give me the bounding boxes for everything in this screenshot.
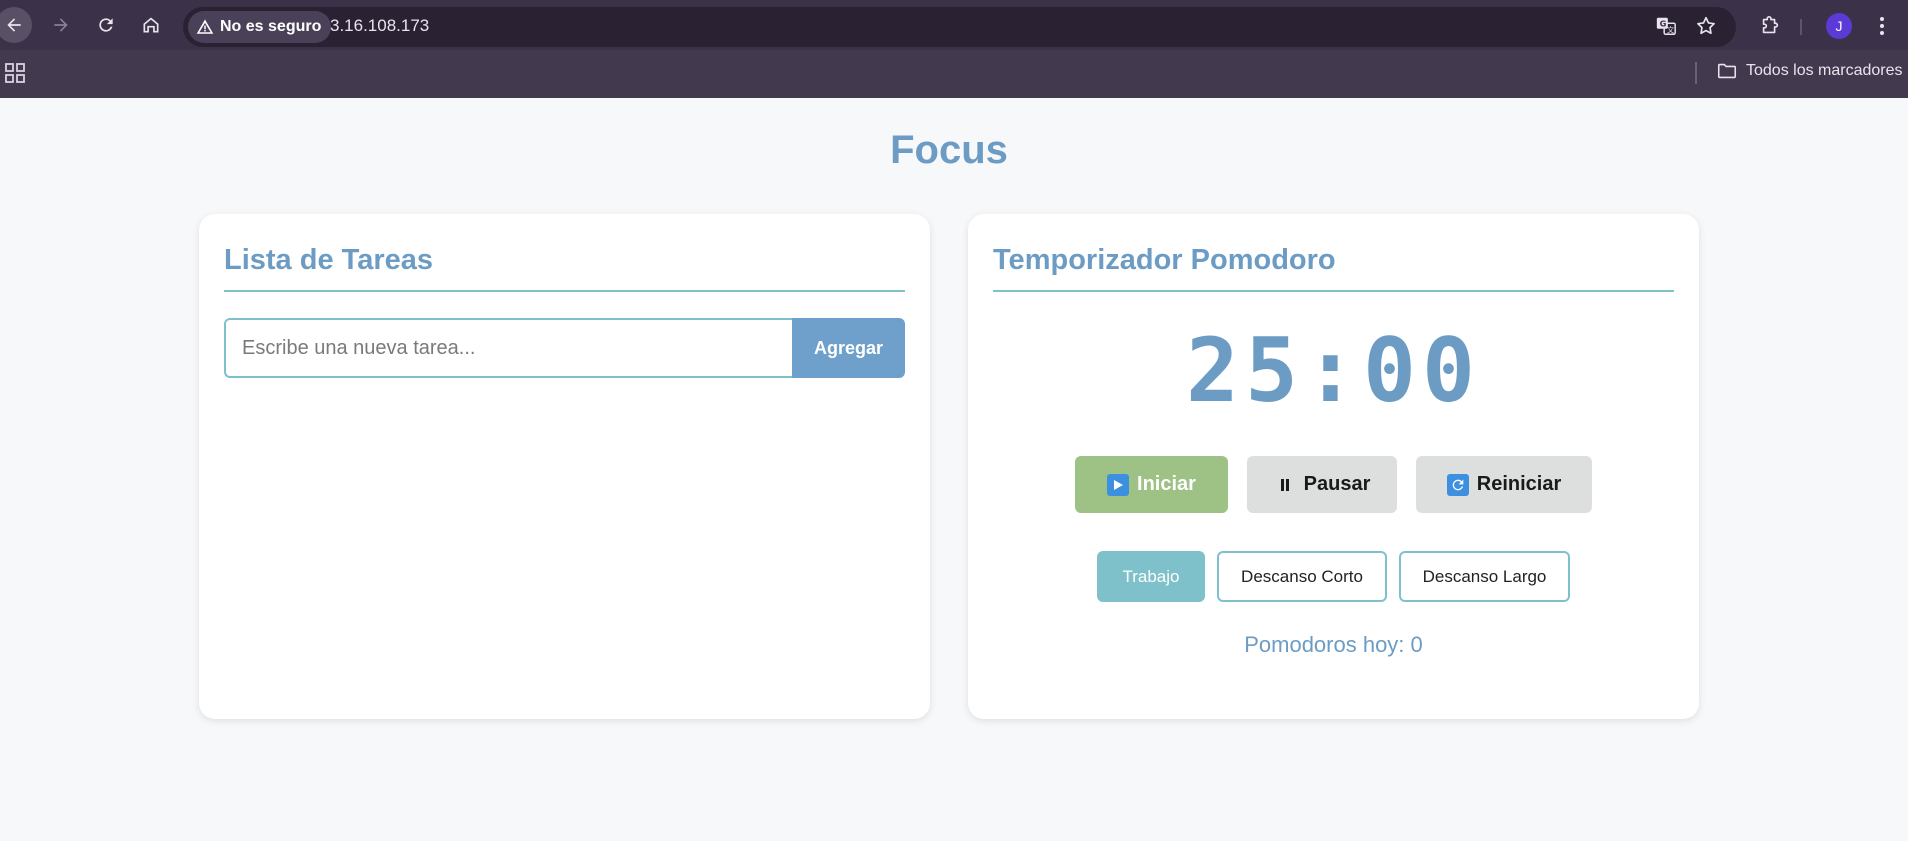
bookmarks-folder-label: Todos los marcadores [1746, 62, 1903, 79]
security-indicator[interactable]: No es seguro [188, 11, 332, 43]
star-icon [1697, 16, 1715, 35]
toolbar-divider [1800, 19, 1802, 35]
puzzle-piece-icon [1762, 16, 1779, 34]
timer-display: 25:00 [1186, 319, 1481, 422]
start-button[interactable]: Iniciar [1075, 456, 1228, 513]
translate-icon: G文 [1656, 17, 1676, 35]
forward-arrow-icon [54, 18, 68, 32]
warning-triangle-icon [196, 19, 214, 34]
page-title: Focus [890, 128, 1008, 172]
reset-button[interactable]: Reiniciar [1416, 456, 1592, 513]
bookmarks-divider [1695, 62, 1697, 84]
play-icon [1107, 473, 1130, 496]
security-label: No es seguro [220, 18, 322, 35]
task-list-card: Lista de Tareas Agregar [199, 214, 930, 719]
reload-button[interactable] [88, 7, 124, 43]
translate-button[interactable]: G文 [1653, 13, 1679, 39]
bookmarks-bar [0, 50, 1908, 98]
pomodoro-card: Temporizador Pomodoro 25:00 Iniciar Paus… [968, 214, 1699, 719]
home-button[interactable] [133, 7, 169, 43]
all-bookmarks-folder[interactable]: Todos los marcadores [1716, 60, 1903, 82]
url-text[interactable]: 3.16.108.173 [330, 16, 429, 36]
extensions-button[interactable] [1757, 13, 1783, 39]
reset-label: Reiniciar [1476, 473, 1562, 495]
kebab-menu-icon [1880, 17, 1884, 35]
reset-icon [1446, 473, 1469, 496]
pause-label: Pausar [1303, 473, 1371, 495]
svg-text:G: G [1660, 18, 1667, 28]
back-arrow-icon [7, 18, 21, 32]
pause-button[interactable]: Pausar [1247, 456, 1397, 513]
add-task-button[interactable]: Agregar [792, 318, 905, 378]
svg-text:文: 文 [1667, 25, 1675, 34]
pause-icon [1274, 474, 1296, 496]
start-label: Iniciar [1137, 473, 1196, 495]
home-icon [143, 17, 159, 33]
reload-icon [99, 18, 113, 32]
profile-avatar[interactable]: J [1826, 13, 1852, 39]
mode-long-break-button[interactable]: Descanso Largo [1399, 551, 1570, 602]
pomodoro-heading: Temporizador Pomodoro [993, 244, 1674, 292]
task-list-heading: Lista de Tareas [224, 244, 905, 292]
bookmark-star-button[interactable] [1693, 13, 1719, 39]
forward-button[interactable] [43, 7, 79, 43]
folder-icon [1717, 63, 1737, 79]
browser-menu-button[interactable] [1872, 12, 1892, 40]
new-task-input[interactable] [224, 318, 792, 378]
mode-short-break-button[interactable]: Descanso Corto [1217, 551, 1387, 602]
pomodoro-counter: Pomodoros hoy: 0 [1244, 632, 1423, 657]
apps-grid-icon[interactable] [4, 62, 26, 84]
mode-work-button[interactable]: Trabajo [1097, 551, 1205, 602]
